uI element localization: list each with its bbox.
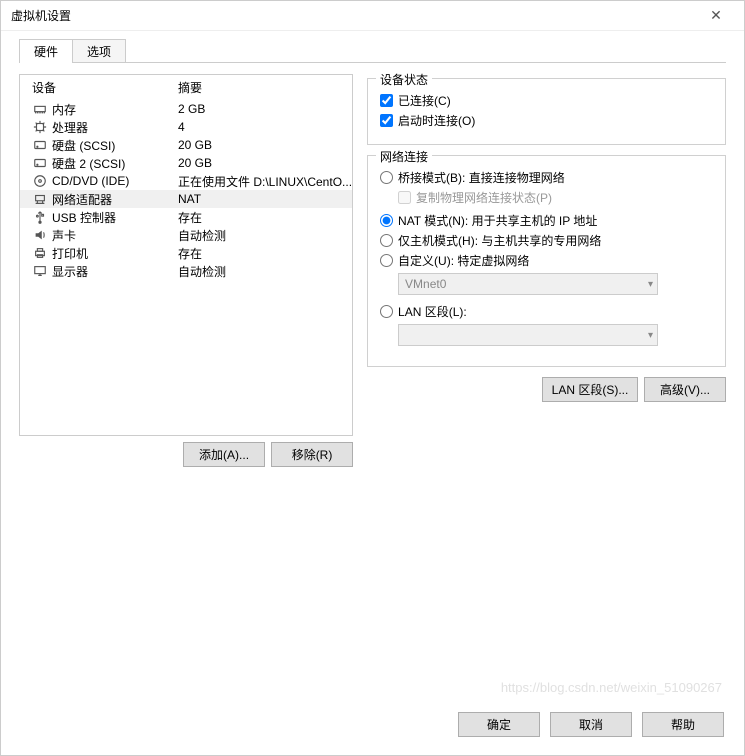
connected-checkbox-row[interactable]: 已连接(C) [380,92,713,109]
device-label: CD/DVD (IDE) [52,174,178,188]
connected-checkbox[interactable] [380,94,393,107]
device-row[interactable]: 显示器自动检测 [20,262,352,280]
bridged-radio[interactable] [380,171,393,184]
hostonly-radio-row[interactable]: 仅主机模式(H): 与主机共享的专用网络 [380,232,713,249]
device-list-panel: 设备 摘要 内存2 GB处理器4硬盘 (SCSI)20 GB硬盘 2 (SCSI… [19,74,353,436]
cancel-button[interactable]: 取消 [550,712,632,737]
tab-underline [19,62,726,63]
header-summary: 摘要 [178,79,352,96]
nat-label: NAT 模式(N): 用于共享主机的 IP 地址 [398,212,597,229]
device-summary: 存在 [178,245,352,262]
device-table: 设备 摘要 内存2 GB处理器4硬盘 (SCSI)20 GB硬盘 2 (SCSI… [20,75,352,435]
header-device: 设备 [32,79,178,96]
close-icon: ✕ [710,7,722,24]
device-summary: 4 [178,120,352,134]
device-label: 打印机 [52,245,178,262]
lan-segment-radio-row[interactable]: LAN 区段(L): [380,303,713,320]
window-title: 虚拟机设置 [11,7,71,24]
custom-radio-row[interactable]: 自定义(U): 特定虚拟网络 [380,252,713,269]
connect-poweron-checkbox-row[interactable]: 启动时连接(O) [380,112,713,129]
replicate-checkbox [398,191,411,204]
tab-strip: 硬件 选项 [1,31,744,63]
lan-segment-radio[interactable] [380,305,393,318]
bridged-radio-row[interactable]: 桥接模式(B): 直接连接物理网络 [380,169,713,186]
device-list-buttons: 添加(A)... 移除(R) [19,436,353,473]
device-detail-panel: 设备状态 已连接(C) 启动时连接(O) 网络连接 桥接模式(B): 直接连接物… [367,74,726,696]
chevron-down-icon: ▾ [648,330,653,341]
device-summary: 2 GB [178,102,352,116]
usb-icon [32,209,48,225]
device-summary: 20 GB [178,156,352,170]
close-button[interactable]: ✕ [696,2,736,30]
device-summary: 存在 [178,209,352,226]
device-label: 处理器 [52,119,178,136]
nat-radio-row[interactable]: NAT 模式(N): 用于共享主机的 IP 地址 [380,212,713,229]
device-summary: 自动检测 [178,227,352,244]
device-row[interactable]: 处理器4 [20,118,352,136]
device-label: 声卡 [52,227,178,244]
device-summary: NAT [178,192,352,206]
ok-button[interactable]: 确定 [458,712,540,737]
connect-poweron-checkbox[interactable] [380,114,393,127]
connected-label: 已连接(C) [398,92,451,109]
device-row[interactable]: 硬盘 2 (SCSI)20 GB [20,154,352,172]
device-label: 硬盘 2 (SCSI) [52,155,178,172]
device-label: 内存 [52,101,178,118]
bridged-label: 桥接模式(B): 直接连接物理网络 [398,169,565,186]
sound-icon [32,227,48,243]
advanced-button[interactable]: 高级(V)... [644,377,726,402]
device-label: 显示器 [52,263,178,280]
custom-vmnet-combo: VMnet0 ▾ [398,273,658,295]
tab-hardware[interactable]: 硬件 [19,39,73,63]
cpu-icon [32,119,48,135]
title-bar: 虚拟机设置 ✕ [1,1,744,31]
replicate-label: 复制物理网络连接状态(P) [416,189,552,206]
memory-icon [32,101,48,117]
device-table-header: 设备 摘要 [20,75,352,100]
network-connection-group: 网络连接 桥接模式(B): 直接连接物理网络 复制物理网络连接状态(P) NAT… [367,155,726,367]
device-row[interactable]: 网络适配器NAT [20,190,352,208]
settings-window: 虚拟机设置 ✕ 硬件 选项 设备 摘要 内存2 GB处理器4硬盘 (SCSI)2… [0,0,745,756]
network-connection-title: 网络连接 [376,148,432,165]
printer-icon [32,245,48,261]
help-button[interactable]: 帮助 [642,712,724,737]
device-row[interactable]: 声卡自动检测 [20,226,352,244]
hdd-icon [32,155,48,171]
device-row[interactable]: 硬盘 (SCSI)20 GB [20,136,352,154]
network-icon [32,191,48,207]
device-summary: 正在使用文件 D:\LINUX\CentO... [178,173,352,190]
lan-segment-label: LAN 区段(L): [398,303,467,320]
device-status-group: 设备状态 已连接(C) 启动时连接(O) [367,78,726,145]
device-row[interactable]: 打印机存在 [20,244,352,262]
display-icon [32,263,48,279]
tab-options[interactable]: 选项 [72,39,126,63]
custom-label: 自定义(U): 特定虚拟网络 [398,252,529,269]
hostonly-radio[interactable] [380,234,393,247]
custom-vmnet-value: VMnet0 [405,277,446,291]
lan-segment-combo: ▾ [398,324,658,346]
device-label: USB 控制器 [52,209,178,226]
cd-icon [32,173,48,189]
custom-radio[interactable] [380,254,393,267]
remove-device-button[interactable]: 移除(R) [271,442,353,467]
network-extra-buttons: LAN 区段(S)... 高级(V)... [367,377,726,402]
device-label: 硬盘 (SCSI) [52,137,178,154]
content-area: 设备 摘要 内存2 GB处理器4硬盘 (SCSI)20 GB硬盘 2 (SCSI… [1,64,744,700]
hostonly-label: 仅主机模式(H): 与主机共享的专用网络 [398,232,601,249]
chevron-down-icon: ▾ [648,279,653,290]
device-label: 网络适配器 [52,191,178,208]
device-row[interactable]: 内存2 GB [20,100,352,118]
device-summary: 自动检测 [178,263,352,280]
connect-poweron-label: 启动时连接(O) [398,112,475,129]
nat-radio[interactable] [380,214,393,227]
dialog-footer: 确定 取消 帮助 [1,700,744,755]
device-row[interactable]: CD/DVD (IDE)正在使用文件 D:\LINUX\CentO... [20,172,352,190]
hdd-icon [32,137,48,153]
device-row[interactable]: USB 控制器存在 [20,208,352,226]
lan-segments-button[interactable]: LAN 区段(S)... [542,377,638,402]
add-device-button[interactable]: 添加(A)... [183,442,265,467]
replicate-checkbox-row: 复制物理网络连接状态(P) [398,189,713,206]
device-status-title: 设备状态 [376,71,432,88]
device-summary: 20 GB [178,138,352,152]
